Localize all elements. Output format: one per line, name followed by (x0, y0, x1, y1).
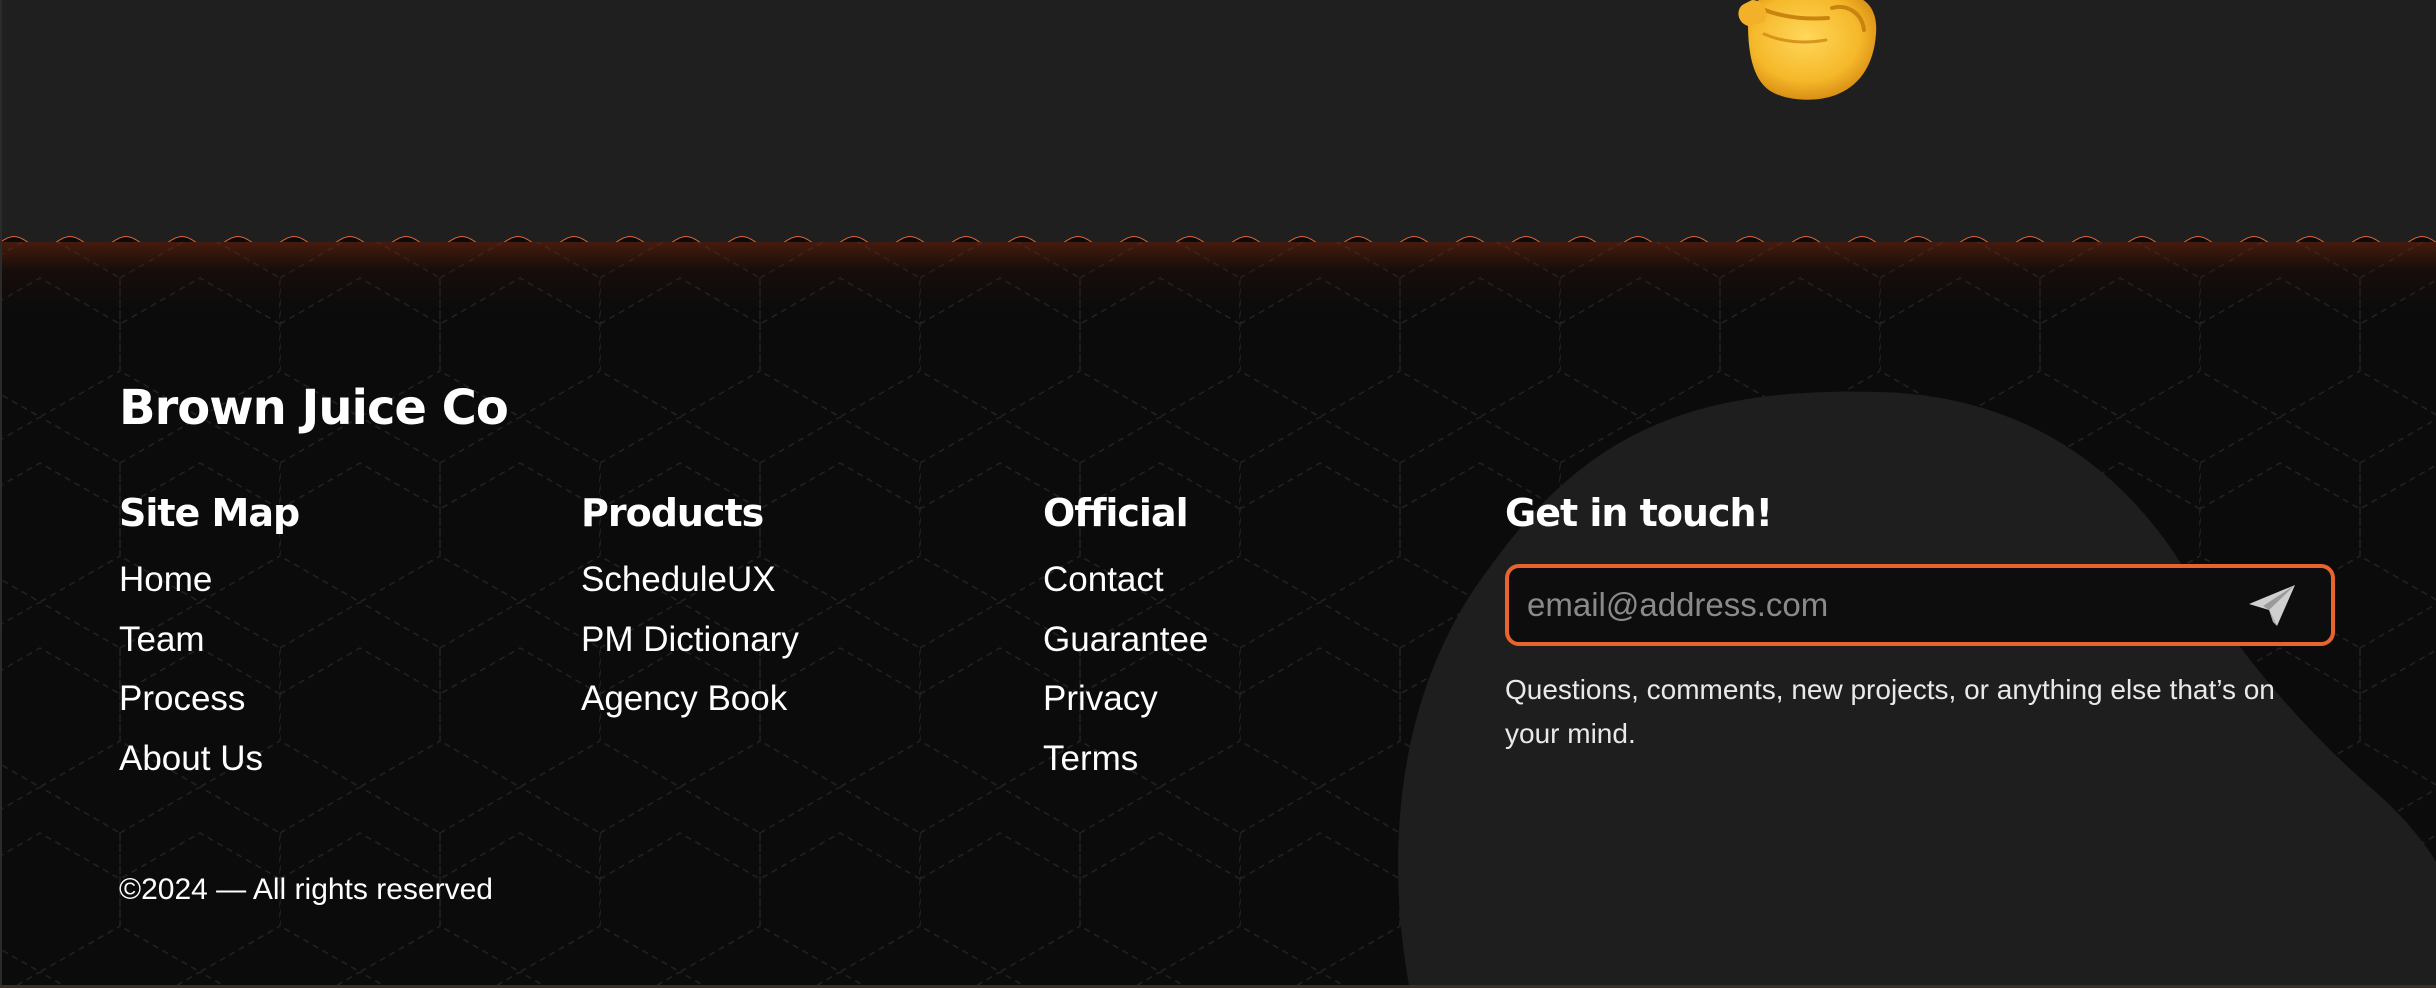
contact-note: Questions, comments, new projects, or an… (1505, 674, 2275, 749)
footer-link-home[interactable]: Home (119, 558, 299, 618)
footer-link-team[interactable]: Team (119, 618, 299, 678)
footer-link-about-us[interactable]: About Us (119, 737, 299, 797)
footer-link-agency-book[interactable]: Agency Book (581, 677, 799, 737)
hero-section-bottom (0, 0, 2436, 245)
footer-link-privacy[interactable]: Privacy (1043, 677, 1208, 737)
brand-name: Brown Juice Co (119, 380, 509, 436)
paper-plane-icon (2249, 585, 2295, 626)
footer-link-scheduleux[interactable]: ScheduleUX (581, 558, 799, 618)
email-input[interactable] (1527, 568, 2227, 642)
footer-link-terms[interactable]: Terms (1043, 737, 1208, 797)
official-heading: Official (1043, 491, 1189, 535)
copyright-text: ©2024 — All rights reserved (119, 873, 493, 906)
footer-content: Brown Juice Co Site Map Home Team Proces… (0, 242, 2436, 988)
site-footer: Brown Juice Co Site Map Home Team Proces… (0, 242, 2436, 988)
window-left-edge (0, 0, 2, 988)
products-heading: Products (581, 491, 764, 535)
sitemap-column: Site Map Home Team Process About Us (119, 488, 300, 796)
footer-link-pm-dictionary[interactable]: PM Dictionary (581, 618, 799, 678)
official-links: Contact Guarantee Privacy Terms (1043, 558, 1208, 796)
sitemap-links: Home Team Process About Us (119, 558, 299, 796)
contact-column: Get in touch! Questions, comments, new p… (1505, 488, 2335, 756)
raised-fist-emoji-icon (1738, 0, 1877, 100)
sitemap-heading: Site Map (119, 491, 300, 535)
footer-link-process[interactable]: Process (119, 677, 299, 737)
products-column: Products ScheduleUX PM Dictionary Agency… (581, 488, 799, 737)
footer-link-contact[interactable]: Contact (1043, 558, 1208, 618)
send-button[interactable] (2247, 582, 2297, 628)
products-links: ScheduleUX PM Dictionary Agency Book (581, 558, 799, 737)
page: Brown Juice Co Site Map Home Team Proces… (0, 0, 2436, 988)
official-column: Official Contact Guarantee Privacy Terms (1043, 488, 1208, 796)
newsletter-form (1505, 564, 2335, 646)
footer-link-guarantee[interactable]: Guarantee (1043, 618, 1208, 678)
contact-heading: Get in touch! (1505, 491, 1773, 535)
